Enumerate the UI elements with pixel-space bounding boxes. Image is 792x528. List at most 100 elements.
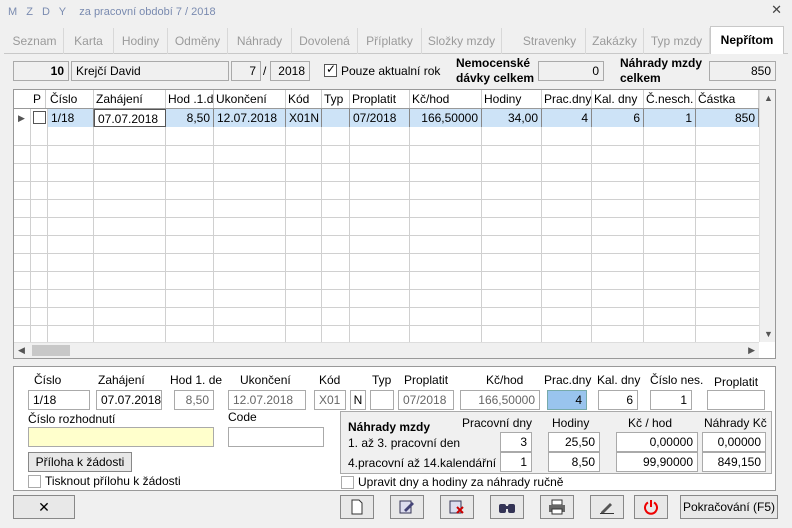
col-header-ukonceni[interactable]: Ukončení (214, 90, 286, 108)
col-header-kod[interactable]: Kód (286, 90, 322, 108)
window-title: M Z D Y za pracovní období 7 / 2018 (8, 6, 216, 18)
manual-edit-checkbox[interactable] (341, 476, 354, 489)
col-header-kaldny[interactable]: Kal. dny (592, 90, 644, 108)
field-proplatit-2[interactable] (707, 390, 765, 410)
col-header-p[interactable]: P (31, 90, 46, 108)
field-code[interactable] (228, 427, 324, 447)
delete-document-icon (449, 500, 464, 514)
compensation-total-label-2: celkem (620, 71, 661, 85)
field-cislo-rozhodnuti[interactable] (28, 427, 214, 447)
scroll-up-icon[interactable]: ▲ (764, 93, 773, 103)
field-kod-n[interactable]: N (350, 390, 366, 410)
current-year-checkbox[interactable] (324, 62, 337, 77)
scroll-right-icon[interactable]: ▶ (748, 345, 755, 356)
scroll-thumb[interactable] (32, 345, 70, 356)
horizontal-scrollbar[interactable]: ◀ ▶ (14, 342, 759, 358)
cell-ukonceni[interactable]: 12.07.2018 (214, 109, 286, 127)
print-button[interactable] (540, 495, 574, 519)
compensation-row1-amount: 0,00000 (702, 432, 766, 452)
vertical-scrollbar[interactable]: ▲ ▼ (759, 90, 775, 342)
attachment-button[interactable]: Příloha k žádosti (28, 452, 132, 472)
print-attachment-label: Tisknout přílohu k žádosti (45, 474, 181, 488)
label-kod: Kód (319, 373, 341, 387)
tab-typ-mzdy[interactable]: Typ mzdy (644, 28, 710, 54)
label-hod1: Hod 1. de (170, 373, 223, 387)
edit-settings-button[interactable] (590, 495, 624, 519)
tab-odmeny[interactable]: Odměny (168, 28, 228, 54)
cell-castka[interactable]: 850 (696, 109, 759, 127)
compensation-row1-days[interactable]: 3 (500, 432, 532, 452)
compensation-row1-hours[interactable]: 25,50 (548, 432, 600, 452)
tab-nahrady[interactable]: Náhrady (228, 28, 292, 54)
compensation-col-amount: Náhrady Kč (704, 416, 767, 430)
delete-record-button[interactable] (440, 495, 474, 519)
cell-zahajeni[interactable]: 07.07.2018 (94, 109, 166, 127)
cell-cnesch[interactable]: 1 (644, 109, 696, 127)
field-pracdny[interactable]: 4 (547, 390, 587, 410)
compensation-row2-hours[interactable]: 8,50 (548, 452, 600, 472)
tab-seznam[interactable]: Seznam (6, 28, 64, 54)
field-typ[interactable] (370, 390, 394, 410)
label-cislo-nes: Číslo nes. (650, 373, 704, 387)
tab-stravenky[interactable]: Stravenky (514, 28, 586, 54)
cell-hod1d[interactable]: 8,50 (166, 109, 214, 127)
new-record-button[interactable] (340, 495, 374, 519)
power-icon (644, 500, 658, 515)
delete-button[interactable]: ✕ (13, 495, 75, 519)
new-document-icon (351, 499, 363, 515)
cell-kaldny[interactable]: 6 (592, 109, 644, 127)
period-year: 2018 (270, 61, 310, 81)
compensation-row2-days[interactable]: 1 (500, 452, 532, 472)
label-typ: Typ (372, 373, 392, 387)
cell-kchod[interactable]: 166,50000 (410, 109, 482, 127)
compensation-total-label: Náhrady mzdy (620, 56, 703, 70)
col-header-cislo[interactable]: Číslo (48, 90, 94, 108)
cell-kod[interactable]: X01N (286, 109, 322, 127)
exit-button[interactable] (634, 495, 668, 519)
close-icon[interactable]: ✕ (771, 2, 782, 18)
sick-total-value: 0 (538, 61, 604, 81)
cell-typ[interactable] (322, 109, 350, 127)
field-zahajeni[interactable]: 07.07.2018 (96, 390, 162, 410)
absence-grid[interactable]: P Číslo Zahájení Hod .1.d Ukončení Kód T… (13, 89, 776, 359)
cell-cislo[interactable]: 1/18 (48, 109, 94, 127)
print-attachment-checkbox[interactable] (28, 475, 41, 488)
field-cislo-nes[interactable]: 1 (650, 390, 692, 410)
field-cislo[interactable]: 1/18 (28, 390, 90, 410)
manual-edit-label: Upravit dny a hodiny za náhrady ručně (358, 475, 564, 489)
col-header-typ[interactable]: Typ (322, 90, 350, 108)
col-header-hod1d[interactable]: Hod .1.d (166, 90, 214, 108)
search-button[interactable] (490, 495, 524, 519)
field-kod: X01 (314, 390, 346, 410)
label-ukonceni: Ukončení (240, 373, 291, 387)
field-kaldny[interactable]: 6 (598, 390, 638, 410)
tab-hodiny[interactable]: Hodiny (114, 28, 168, 54)
tab-karta[interactable]: Karta (64, 28, 114, 54)
binoculars-icon (499, 504, 515, 513)
scroll-left-icon[interactable]: ◀ (18, 345, 25, 356)
tab-zakazky[interactable]: Zakázky (586, 28, 644, 54)
tab-dovolena[interactable]: Dovolená (292, 28, 358, 54)
col-header-zahajeni[interactable]: Zahájení (94, 90, 166, 108)
pen-edit-icon (600, 503, 614, 514)
scroll-down-icon[interactable]: ▼ (764, 329, 773, 339)
col-header-hodiny[interactable]: Hodiny (482, 90, 542, 108)
table-row[interactable]: ▶ 1/18 07.07.2018 8,50 12.07.2018 X01N 0… (14, 109, 759, 127)
close-icon: ✕ (38, 499, 50, 515)
tab-priplatky[interactable]: Příplatky (358, 28, 422, 54)
tab-slozky-mzdy[interactable]: Složky mzdy (422, 28, 502, 54)
col-header-kchod[interactable]: Kč/hod (410, 90, 482, 108)
cell-proplatit[interactable]: 07/2018 (350, 109, 410, 127)
col-header-cnesch[interactable]: Č.nesch. (644, 90, 696, 108)
label-code: Code (228, 410, 257, 424)
cell-hodiny[interactable]: 34,00 (482, 109, 542, 127)
col-header-pracdny[interactable]: Prac.dny (542, 90, 592, 108)
tab-neprítom[interactable]: Nepřítom (710, 26, 784, 54)
row-p-checkbox[interactable] (33, 111, 46, 124)
continue-button[interactable]: Pokračování (F5) (680, 495, 778, 519)
cell-pracdny[interactable]: 4 (542, 109, 592, 127)
col-header-proplatit[interactable]: Proplatit (350, 90, 410, 108)
compensation-row2-label: 4.pracovní až 14.kalendářní (348, 456, 497, 470)
edit-record-button[interactable] (390, 495, 424, 519)
col-header-castka[interactable]: Částka (696, 90, 759, 108)
